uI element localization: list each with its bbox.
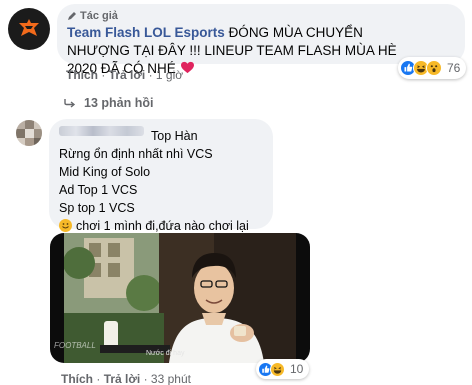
commenter-avatar[interactable] [16, 120, 42, 146]
separator: · [143, 372, 151, 385]
video-watermark: FOOTBALL [54, 341, 96, 350]
wow-reaction-icon [426, 60, 442, 76]
video-caption: Nước đi hay [146, 350, 185, 357]
replies-count-label: 13 phản hồi [84, 96, 154, 110]
view-replies-link[interactable]: 13 phản hồi [64, 96, 153, 110]
comment-line: Mid King of Solo [59, 165, 151, 179]
like-link[interactable]: Thích [66, 68, 98, 82]
reaction-count: 76 [447, 61, 461, 75]
video-attachment[interactable]: Nước đi hay FOOTBALL [50, 233, 310, 363]
comment-timestamp[interactable]: 1 giờ [156, 68, 183, 82]
separator: · [148, 68, 156, 82]
author-badge: Tác giả [67, 10, 118, 22]
reaction-count: 10 [290, 362, 304, 376]
team-flash-avatar[interactable] [8, 8, 50, 50]
comment-author-name[interactable]: Team Flash LOL Esports [67, 25, 225, 40]
video-thumbnail-image [64, 233, 296, 363]
main-comment-actions: Thích · Trả lời · 1 giờ [66, 68, 183, 82]
author-pen-icon [68, 12, 76, 20]
like-link[interactable]: Thích [61, 372, 93, 385]
separator: · [96, 372, 104, 385]
author-name-suffix: Top Hàn [151, 129, 198, 143]
reply-comment-reactions[interactable]: 10 [256, 359, 310, 379]
reply-comment-bubble: Top Hàn Rừng ổn định nhất nhì VCS Mid Ki… [49, 119, 273, 233]
separator: · [101, 68, 109, 82]
reply-link[interactable]: Trả lời [104, 372, 141, 385]
team-flash-logo-icon [19, 19, 39, 36]
comment-line: Sp top 1 VCS [59, 201, 135, 215]
comment-timestamp[interactable]: 33 phút [151, 372, 191, 385]
reply-arrow-icon [64, 99, 76, 108]
comment-line: Ad Top 1 VCS [59, 183, 138, 197]
main-comment-reactions[interactable]: 76 [398, 57, 467, 79]
smile-emoji-icon [59, 219, 72, 232]
comment-line: Rừng ổn định nhất nhì VCS [59, 147, 213, 161]
reply-comment-actions: Thích · Trả lời · 33 phút [61, 372, 191, 385]
author-badge-label: Tác giả [80, 10, 118, 22]
comment-last-text: chơi 1 mình đi,đứa nào chơi lại [76, 219, 249, 233]
blurred-avatar-icon [16, 120, 42, 146]
reply-link[interactable]: Trả lời [109, 68, 146, 82]
main-comment-bubble: Tác giả Team Flash LOL Esports ĐÓNG MÙA … [57, 4, 465, 76]
haha-reaction-icon [270, 361, 285, 377]
reply-comment-text: Top Hàn Rừng ổn định nhất nhì VCS Mid Ki… [59, 127, 249, 235]
